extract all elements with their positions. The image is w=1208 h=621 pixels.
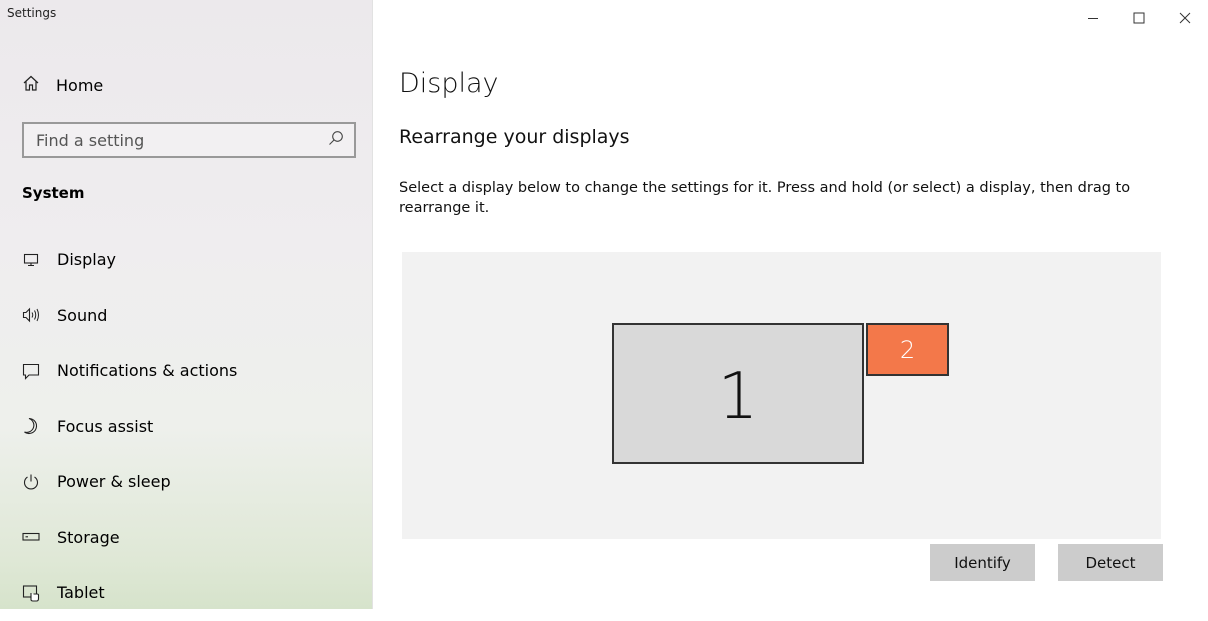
- display-number: 1: [717, 359, 759, 434]
- detect-button[interactable]: Detect: [1058, 544, 1163, 581]
- section-header-system: System: [22, 184, 85, 202]
- power-icon: [22, 473, 40, 491]
- page-title: Display: [399, 68, 499, 99]
- close-icon: [1179, 12, 1191, 24]
- moon-icon: [22, 417, 40, 435]
- sidebar-item-label: Notifications & actions: [57, 361, 238, 381]
- sidebar-item-label: Tablet: [57, 583, 105, 603]
- app-title: Settings: [7, 6, 57, 20]
- maximize-icon: [1133, 12, 1145, 24]
- identify-button[interactable]: Identify: [930, 544, 1035, 581]
- home-icon: [22, 74, 40, 96]
- maximize-button[interactable]: [1116, 0, 1162, 36]
- sidebar-item-label: Display: [57, 250, 116, 270]
- sidebar-item-display[interactable]: Display: [0, 232, 372, 288]
- sidebar-item-storage[interactable]: Storage: [0, 510, 372, 566]
- sidebar-item-power-sleep[interactable]: Power & sleep: [0, 454, 372, 510]
- window-controls: [1070, 0, 1208, 36]
- search-input[interactable]: [36, 130, 306, 150]
- sidebar-item-label: Storage: [57, 527, 120, 547]
- storage-icon: [22, 528, 40, 546]
- sidebar-nav: Display Sound Notifications & actions Fo…: [0, 232, 372, 621]
- sidebar-item-label: Focus assist: [57, 416, 154, 436]
- sidebar-item-label: Power & sleep: [57, 472, 171, 492]
- display-arrangement-area[interactable]: 1 2: [402, 252, 1161, 539]
- search-icon[interactable]: [328, 130, 344, 150]
- speaker-icon: [22, 306, 40, 324]
- close-button[interactable]: [1162, 0, 1208, 36]
- section-subheading: Rearrange your displays: [399, 126, 630, 148]
- display-number: 2: [899, 335, 916, 364]
- sidebar-item-tablet[interactable]: Tablet: [0, 565, 372, 621]
- display-1-tile[interactable]: 1: [612, 323, 864, 464]
- description-text: Select a display below to change the set…: [399, 180, 1131, 216]
- notification-icon: [22, 362, 40, 380]
- sidebar: Settings Home System Display Sound: [0, 0, 373, 609]
- home-link[interactable]: Home: [22, 70, 103, 100]
- monitor-icon: [22, 251, 40, 269]
- sidebar-item-sound[interactable]: Sound: [0, 288, 372, 344]
- sidebar-item-notifications[interactable]: Notifications & actions: [0, 343, 372, 399]
- home-label: Home: [56, 75, 104, 95]
- display-2-tile[interactable]: 2: [866, 323, 949, 376]
- sidebar-item-label: Sound: [57, 305, 108, 325]
- minimize-button[interactable]: [1070, 0, 1116, 36]
- tablet-icon: [22, 584, 40, 602]
- search-box[interactable]: [22, 122, 356, 158]
- sidebar-item-focus-assist[interactable]: Focus assist: [0, 399, 372, 455]
- minimize-icon: [1088, 18, 1098, 19]
